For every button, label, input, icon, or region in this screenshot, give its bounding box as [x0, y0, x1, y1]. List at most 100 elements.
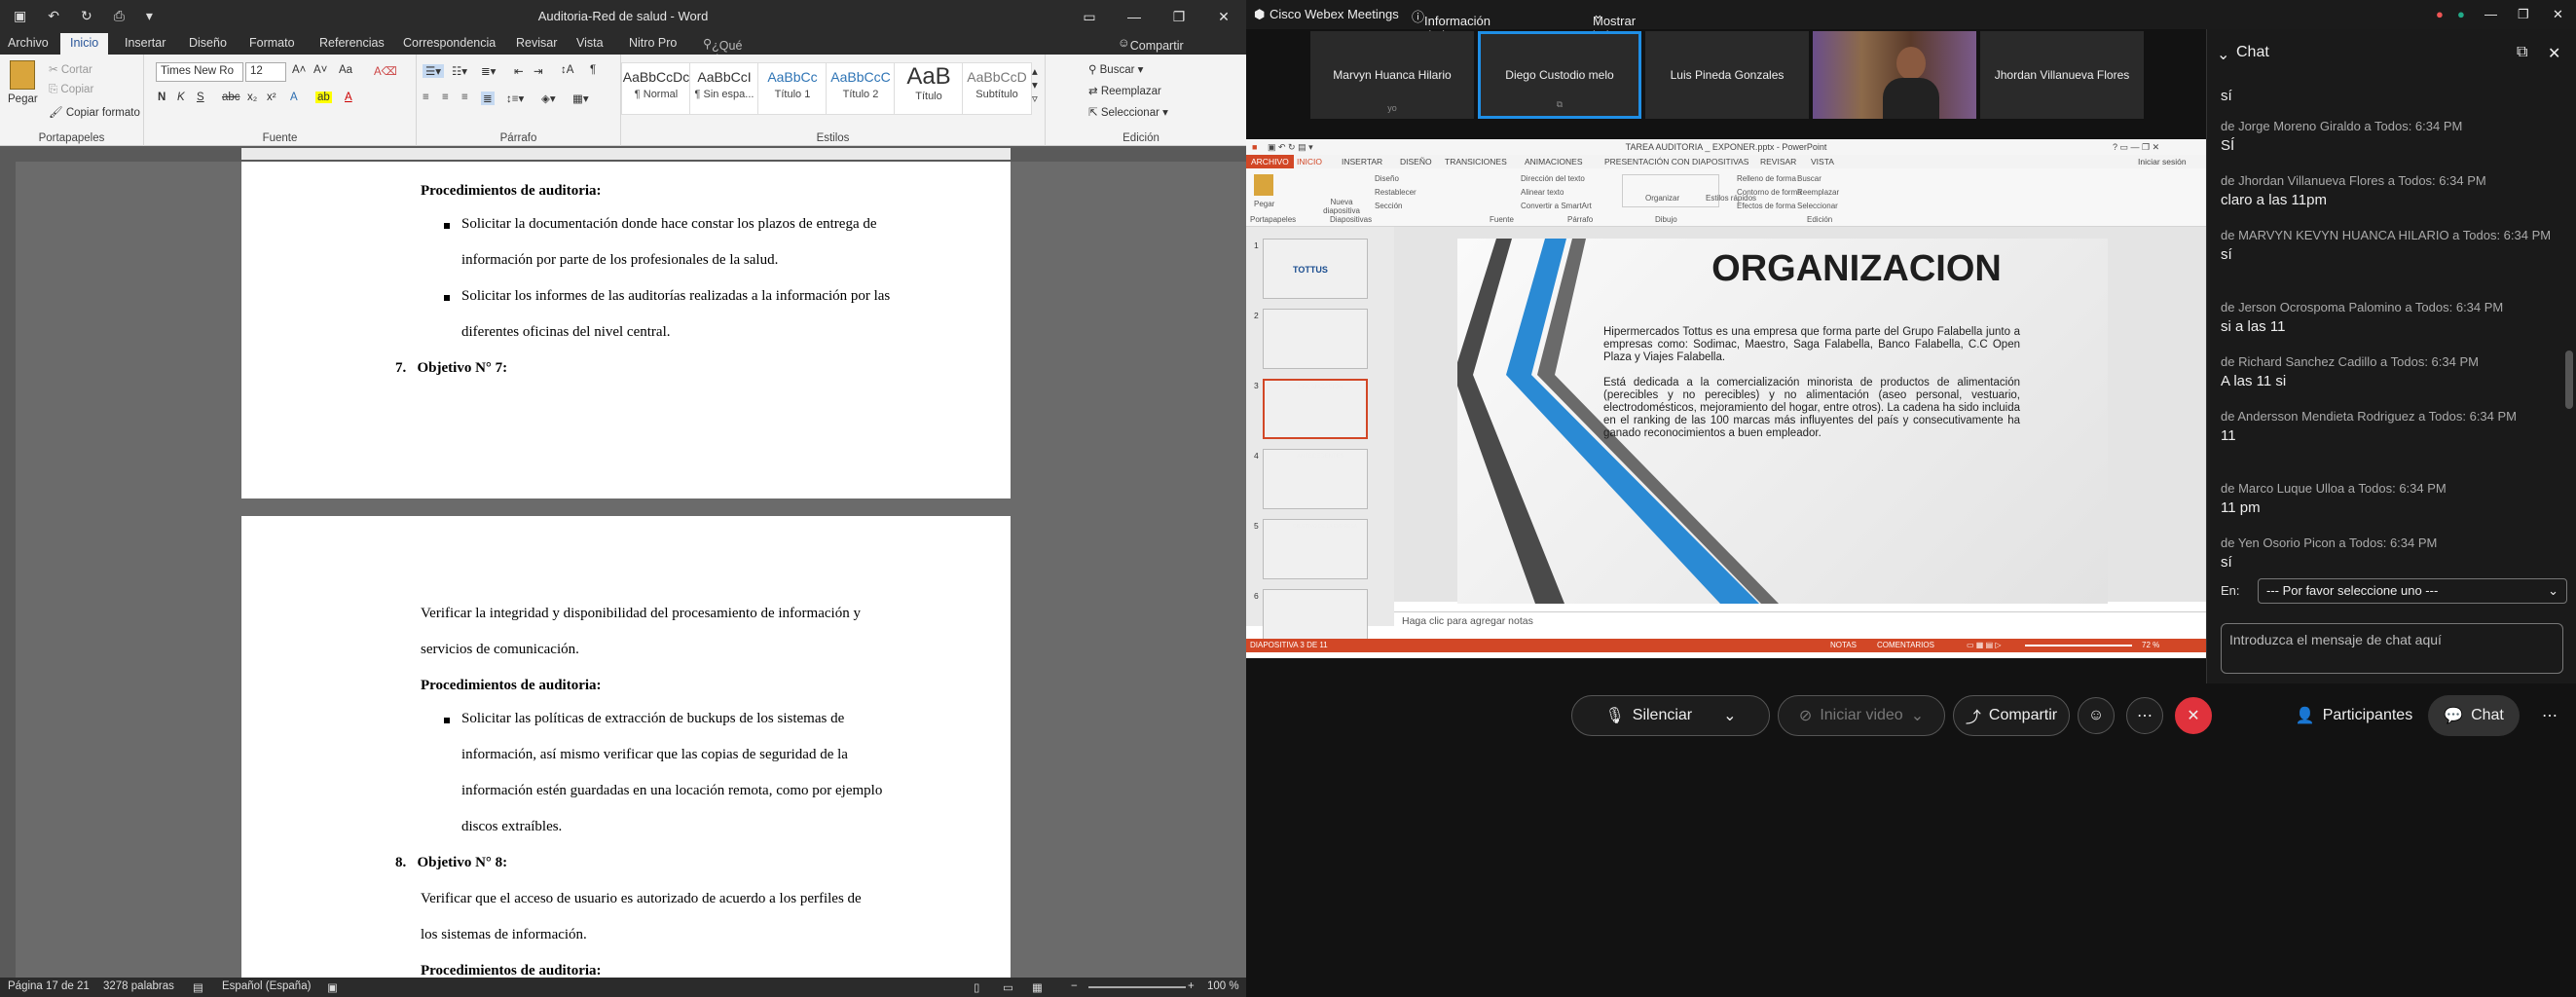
ppt-zoom-level[interactable]: 72 % [2142, 641, 2159, 649]
bullets-icon[interactable]: ☰▾ [423, 64, 445, 78]
vertical-ruler[interactable] [0, 162, 16, 984]
sort-icon[interactable]: ↕A [561, 64, 573, 76]
strikethrough-icon[interactable]: abc [222, 92, 240, 103]
tab-correspondencia[interactable]: Correspondencia [403, 36, 496, 50]
start-video-button[interactable]: ⊘ Iniciar video ⌄ [1778, 695, 1945, 736]
notes-pane[interactable]: Haga clic para agregar notas [1394, 611, 2206, 629]
style-subtitle[interactable]: AaBbCcD Subtítulo [962, 62, 1032, 115]
reactions-icon[interactable]: ☺ [2078, 697, 2115, 734]
ppt-tab-transiciones[interactable]: TRANSICIONES [1445, 157, 1507, 166]
chat-button[interactable]: 💬 Chat [2428, 695, 2520, 736]
cut-button[interactable]: ✂ Cortar [49, 62, 92, 76]
ppt-tab-inicio[interactable]: INICIO [1297, 157, 1322, 166]
document-page-17[interactable]: Procedimientos de auditoria: Solicitar l… [241, 162, 1011, 498]
zoom-level[interactable]: 100 % [1207, 980, 1239, 992]
align-center-icon[interactable]: ≡ [442, 92, 449, 103]
mute-button[interactable]: 🎙 Silenciar ⌄ [1571, 695, 1770, 736]
slide-thumbnail-selected[interactable]: ORGANIZACION [1263, 379, 1368, 439]
ppt-reset-button[interactable]: Restablecer [1375, 188, 1417, 197]
text-effects-icon[interactable]: A [290, 92, 298, 103]
participants-button[interactable]: 👤 Participantes [2288, 695, 2420, 736]
close-icon[interactable]: ✕ [2553, 7, 2563, 22]
slide-thumbnail[interactable]: TOTTUS [1263, 239, 1368, 299]
close-icon[interactable]: ✕ [1201, 0, 1246, 33]
tab-referencias[interactable]: Referencias [319, 36, 385, 50]
restore-icon[interactable]: ❐ [2518, 7, 2529, 22]
page-count[interactable]: Página 17 de 21 [8, 980, 90, 992]
participant-tile[interactable]: Jhordan Villanueva Flores [1980, 31, 2144, 119]
zoom-in-icon[interactable]: + [1188, 980, 1195, 992]
ppt-tab-insertar[interactable]: INSERTAR [1342, 157, 1382, 166]
tab-formato[interactable]: Formato [249, 36, 295, 50]
tab-insertar[interactable]: Insertar [125, 36, 166, 50]
ppt-tab-presentacion[interactable]: PRESENTACIÓN CON DIAPOSITIVAS [1604, 157, 1748, 166]
underline-icon[interactable]: S [197, 92, 204, 103]
participant-video-tile[interactable] [1813, 31, 1976, 119]
share-button[interactable]: ⤴ Compartir [1953, 695, 2070, 736]
slide-thumbnail[interactable]: ANTECEDENTES [1263, 449, 1368, 509]
chat-scrollbar[interactable] [2565, 351, 2573, 409]
style-normal[interactable]: AaBbCcDc ¶ Normal [621, 62, 691, 115]
subscript-icon[interactable]: x₂ [247, 92, 257, 103]
comments-toggle[interactable]: COMENTARIOS [1877, 641, 1934, 649]
ribbon-display-icon[interactable]: ▭ [1067, 0, 1112, 33]
print-layout-icon[interactable]: ▭ [1003, 980, 1013, 994]
ppt-sign-in[interactable]: Iniciar sesión [2138, 157, 2187, 166]
ppt-new-slide-label[interactable]: Nueva diapositiva [1322, 198, 1361, 215]
style-heading1[interactable]: AaBbCc Título 1 [757, 62, 828, 115]
tab-diseno[interactable]: Diseño [189, 36, 227, 50]
ppt-layout-button[interactable]: Diseño [1375, 174, 1399, 183]
decrease-indent-icon[interactable]: ⇤ [514, 64, 524, 78]
participant-tile-active-speaker[interactable]: Diego Custodio melo ⧉ [1478, 31, 1641, 119]
change-case-icon[interactable]: Aa [339, 64, 352, 76]
numbering-icon[interactable]: ☷▾ [452, 64, 467, 78]
align-left-icon[interactable]: ≡ [423, 92, 429, 103]
web-layout-icon[interactable]: ▦ [1032, 980, 1043, 994]
language[interactable]: Español (España) [222, 980, 311, 992]
ppt-replace-button[interactable]: Reemplazar [1797, 188, 1839, 197]
borders-icon[interactable]: ▦▾ [572, 92, 589, 105]
ppt-tab-diseno[interactable]: DISEÑO [1400, 157, 1432, 166]
find-button[interactable]: ⚲ Buscar ▾ [1088, 62, 1143, 76]
ppt-window-controls[interactable]: ? ▭ — ❐ ✕ [2113, 142, 2159, 153]
increase-indent-icon[interactable]: ⇥ [534, 64, 543, 78]
notes-toggle[interactable]: NOTAS [1830, 641, 1857, 649]
style-title[interactable]: AaB Título [894, 62, 964, 115]
shrink-font-icon[interactable]: A˅ [313, 64, 327, 76]
ppt-text-direction[interactable]: Dirección del texto [1521, 174, 1585, 183]
minimize-icon[interactable]: — [1112, 0, 1157, 33]
recipient-select[interactable]: --- Por favor seleccione uno --- ⌄ [2258, 578, 2567, 604]
tab-nitro-pro[interactable]: Nitro Pro [629, 36, 677, 50]
ppt-shape-effects[interactable]: Efectos de forma [1737, 202, 1795, 210]
slide-thumbnail[interactable] [1263, 309, 1368, 369]
minimize-icon[interactable]: — [2484, 7, 2497, 21]
ppt-paste-label[interactable]: Pegar [1254, 200, 1274, 208]
ppt-tab-animaciones[interactable]: ANIMACIONES [1525, 157, 1583, 166]
document-page-18[interactable]: Verificar la integridad y disponibilidad… [241, 516, 1011, 979]
popout-icon[interactable]: ⧉ [2517, 44, 2527, 61]
copy-button[interactable]: ⎘ Copiar [49, 84, 93, 96]
ppt-align-text[interactable]: Alinear texto [1521, 188, 1564, 197]
ppt-tab-revisar[interactable]: REVISAR [1760, 157, 1796, 166]
align-right-icon[interactable]: ≡ [461, 92, 468, 103]
slide-editor[interactable]: ORGANIZACION Hipermercados Tottus es una… [1394, 227, 2206, 604]
zoom-out-icon[interactable]: − [1071, 980, 1078, 992]
show-marks-icon[interactable]: ¶ [590, 64, 596, 76]
ppt-find-button[interactable]: Buscar [1797, 174, 1822, 183]
ppt-tab-vista[interactable]: VISTA [1811, 157, 1834, 166]
end-meeting-icon[interactable]: ✕ [2175, 697, 2212, 734]
meeting-info-button[interactable]: ⓘ Información de la reunión [1412, 7, 1490, 57]
ppt-zoom-slider[interactable] [2025, 645, 2132, 646]
tell-me-search[interactable]: ⚲ ¿Qué desea hacer? [703, 36, 749, 80]
grow-font-icon[interactable]: A˄ [292, 64, 306, 76]
styles-scroll-icon[interactable]: ▴ ▾ ▿ [1032, 64, 1038, 105]
more-options-icon[interactable]: ⋯ [2126, 697, 2163, 734]
ppt-shape-outline[interactable]: Contorno de forma [1737, 188, 1802, 197]
font-name-combo[interactable]: Times New Ro [156, 62, 243, 82]
slide-thumbnail[interactable]: OBJETIVO DE LA EMPRESA [1263, 519, 1368, 579]
chat-message-input[interactable]: Introduzca el mensaje de chat aquí [2221, 623, 2563, 674]
italic-icon[interactable]: K [177, 92, 185, 103]
collapse-icon[interactable]: ⌄ [2217, 45, 2229, 64]
maximize-icon[interactable]: ❐ [1157, 0, 1201, 33]
format-painter-button[interactable]: 🖌 Copiar formato [49, 105, 140, 119]
